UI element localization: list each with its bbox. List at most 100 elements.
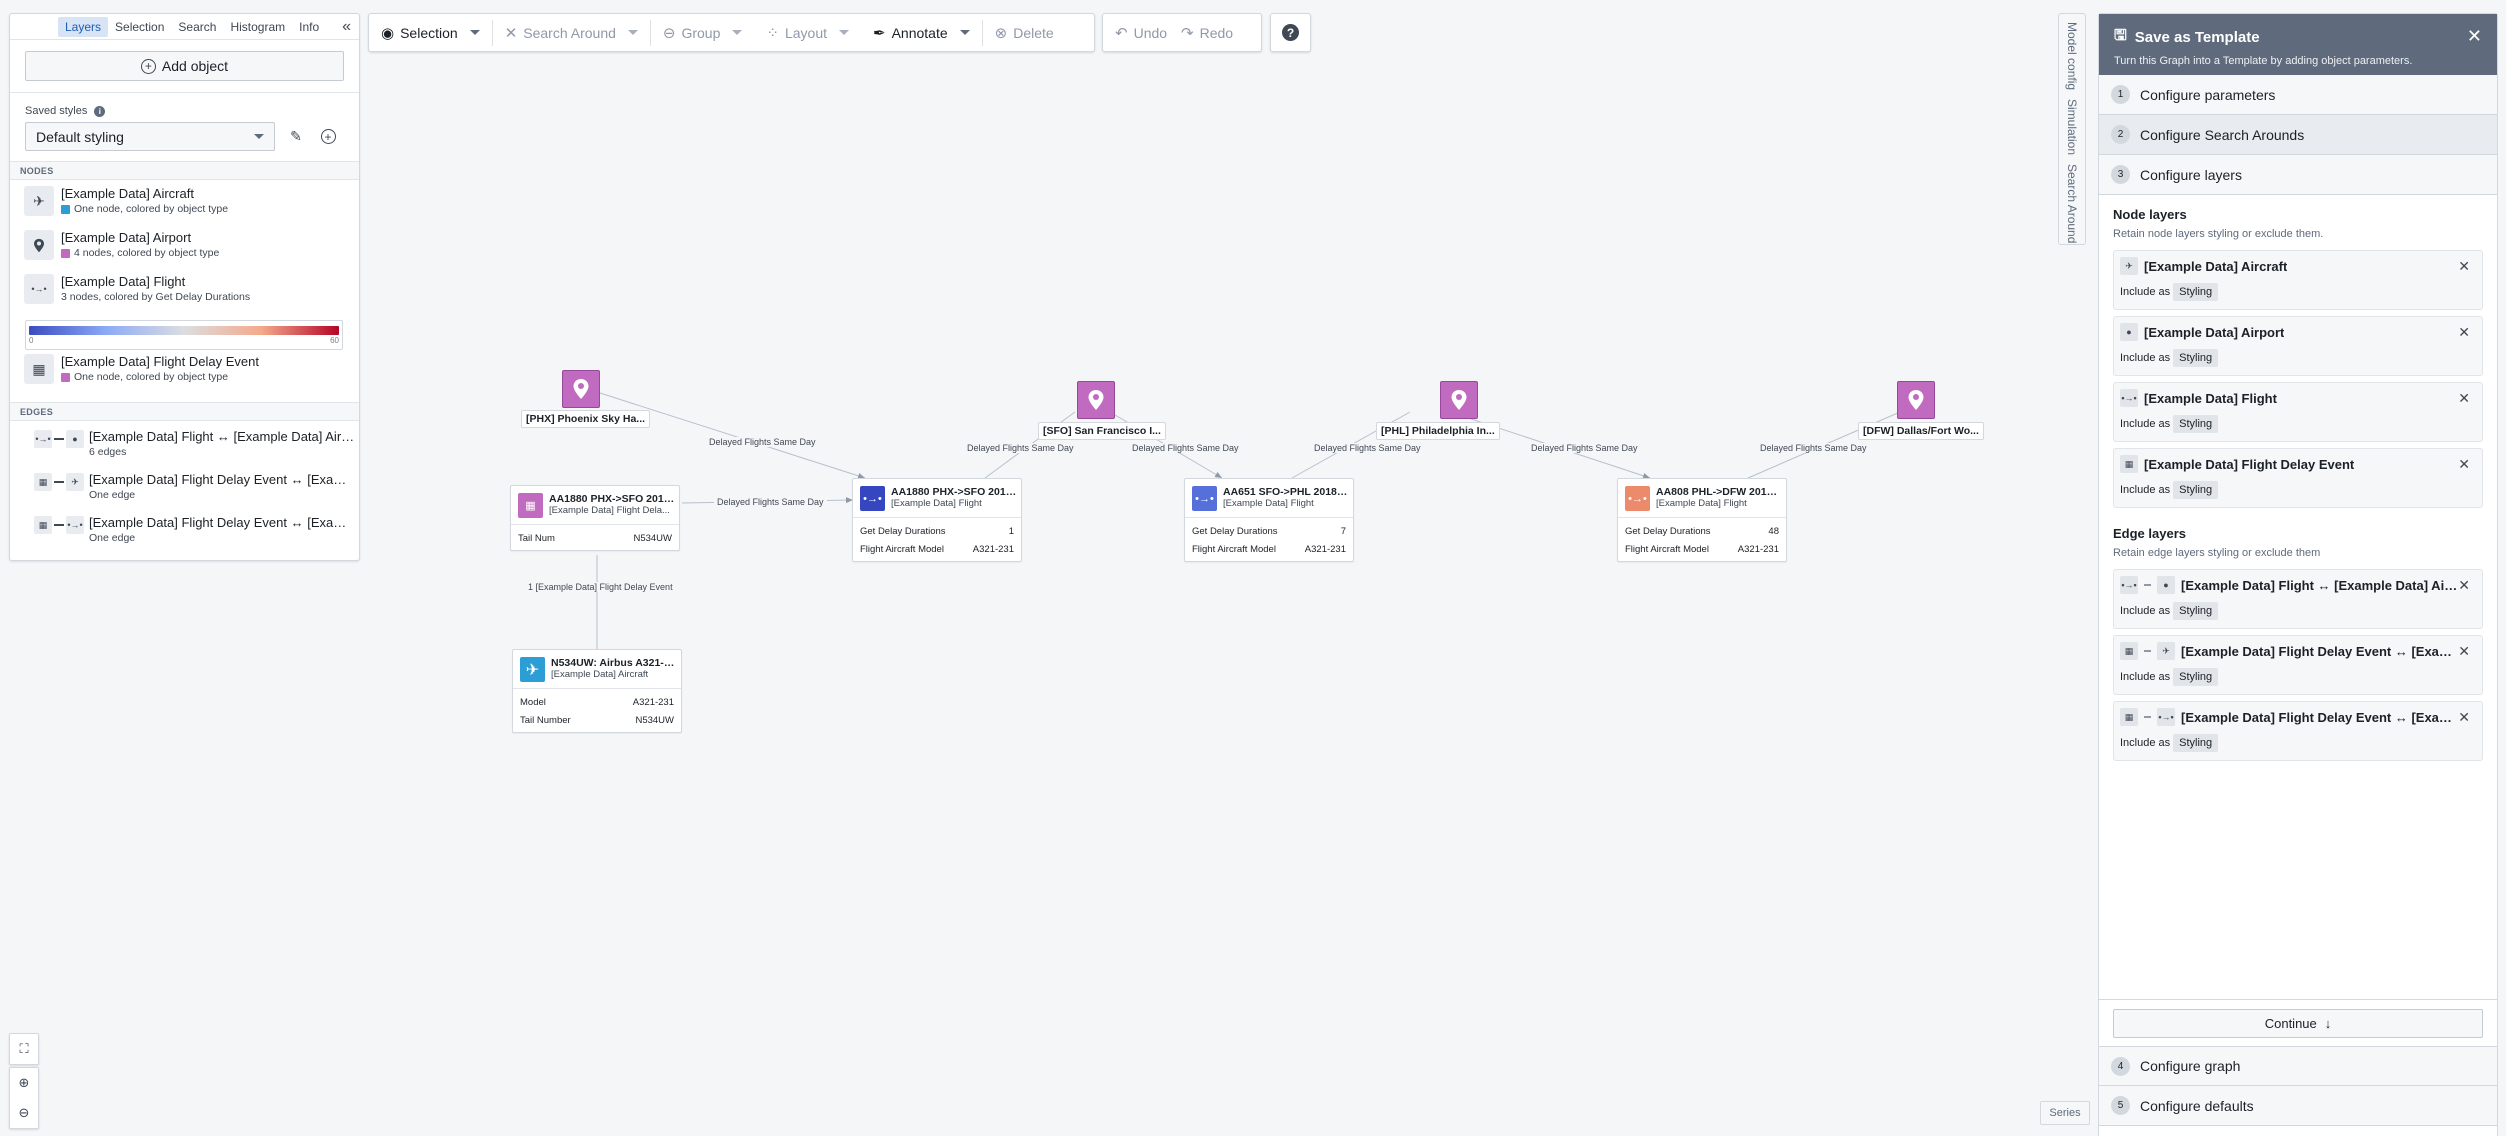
calendar-icon: ▦ bbox=[2120, 708, 2138, 726]
remove-layer-icon[interactable]: ✕ bbox=[2458, 390, 2470, 407]
node-layer-flight-delay-event[interactable]: ▦ [Example Data] Flight Delay Event One … bbox=[24, 354, 359, 398]
airport-node-phl[interactable] bbox=[1440, 381, 1478, 419]
layer-subtitle: One node, colored by object type bbox=[74, 371, 229, 383]
tab-search[interactable]: Search bbox=[171, 17, 223, 37]
include-value-tag[interactable]: Styling bbox=[2173, 602, 2219, 620]
tab-model-config[interactable]: Model config bbox=[2065, 22, 2079, 90]
series-button[interactable]: Series bbox=[2040, 1101, 2090, 1125]
map-pin-icon bbox=[1908, 390, 1924, 410]
layer-title: [Example Data] Flight Delay Event ↔ [Exa… bbox=[2181, 709, 2461, 725]
group-button[interactable]: ⊖ Group bbox=[651, 14, 755, 51]
continue-button[interactable]: Continue ↓ bbox=[2113, 1009, 2483, 1038]
group-icon: ⊖ bbox=[662, 24, 676, 42]
remove-layer-icon[interactable]: ✕ bbox=[2458, 456, 2470, 473]
airport-node-sfo[interactable] bbox=[1077, 381, 1115, 419]
tab-info[interactable]: Info bbox=[292, 17, 326, 37]
include-value-tag[interactable]: Styling bbox=[2173, 349, 2219, 367]
prop-value: N534UW bbox=[635, 714, 674, 726]
remove-layer-icon[interactable]: ✕ bbox=[2458, 258, 2470, 275]
include-value-tag[interactable]: Styling bbox=[2173, 734, 2219, 752]
redo-button[interactable]: ↷ Redo bbox=[1179, 14, 1245, 51]
step-configure-parameters[interactable]: 1 Configure parameters bbox=[2099, 75, 2497, 115]
airport-label-phx[interactable]: [PHX] Phoenix Sky Ha... bbox=[521, 410, 651, 428]
side-tabs: Model config Simulation Search Around bbox=[2058, 13, 2086, 245]
prop-value: 7 bbox=[1340, 525, 1346, 537]
airplane-icon: ✈ bbox=[2157, 642, 2175, 660]
layer-subtitle: One edge bbox=[89, 532, 136, 544]
step-configure-graph[interactable]: 4 Configure graph bbox=[2099, 1046, 2497, 1086]
edge-label: Delayed Flights Same Day bbox=[706, 437, 819, 447]
step-label: Configure layers bbox=[2140, 166, 2242, 183]
target-icon: ◉ bbox=[381, 24, 395, 42]
color-swatch bbox=[61, 248, 70, 258]
airplane-icon: ✈ bbox=[2120, 257, 2138, 275]
airport-node-phx[interactable] bbox=[562, 370, 600, 408]
include-value-tag[interactable]: Styling bbox=[2173, 668, 2219, 686]
node-layer-airport[interactable]: [Example Data] Airport 4 nodes, colored … bbox=[24, 230, 359, 274]
save-template-panel: 🖫 Save as Template Turn this Graph into … bbox=[2098, 13, 2498, 1136]
node-title: AA651 SFO->PHL 2018-0... bbox=[1223, 486, 1349, 498]
airport-label-sfo[interactable]: [SFO] San Francisco I... bbox=[1038, 422, 1166, 440]
gradient-bar bbox=[29, 325, 339, 335]
map-pin-icon bbox=[1451, 390, 1467, 410]
step-number: 4 bbox=[2111, 1056, 2130, 1076]
annotate-button[interactable]: ✒ Annotate bbox=[861, 14, 982, 51]
aircraft-node[interactable]: ✈ N534UW: Airbus A321-231 [Example Data]… bbox=[512, 649, 682, 733]
step-configure-layers[interactable]: 3 Configure layers bbox=[2099, 155, 2497, 195]
saved-styles-select[interactable]: Default styling bbox=[25, 122, 275, 151]
fit-to-screen-icon[interactable]: ⛶ bbox=[10, 1034, 38, 1064]
edge-label: Delayed Flights Same Day bbox=[1129, 443, 1242, 453]
remove-layer-icon[interactable]: ✕ bbox=[2458, 577, 2470, 594]
add-circle-icon: + bbox=[140, 58, 156, 74]
zoom-out-icon[interactable]: ⊖ bbox=[10, 1098, 38, 1128]
tab-layers[interactable]: Layers bbox=[58, 16, 109, 37]
add-object-button[interactable]: + Add object bbox=[25, 51, 344, 81]
airport-label-dfw[interactable]: [DFW] Dallas/Fort Wo... bbox=[1858, 422, 1984, 440]
step-configure-defaults[interactable]: 5 Configure defaults bbox=[2099, 1086, 2497, 1126]
include-value-tag[interactable]: Styling bbox=[2173, 415, 2219, 433]
collapse-panel-icon[interactable]: « bbox=[342, 18, 351, 36]
node-layer-aircraft[interactable]: ✈ [Example Data] Aircraft One node, colo… bbox=[24, 186, 359, 230]
edge-layer-flight-airport[interactable]: •→• ● [Example Data] Flight ↔ [Example Da… bbox=[34, 429, 359, 472]
airport-label-phl[interactable]: [PHL] Philadelphia In... bbox=[1376, 422, 1500, 440]
flight-node-aa1880[interactable]: •→• AA1880 PHX->SFO 2018-... [Example Da… bbox=[852, 478, 1022, 562]
edge-layer-delay-aircraft[interactable]: ▦ ✈ [Example Data] Flight Delay Event ↔ [… bbox=[34, 472, 359, 515]
step-label: Configure graph bbox=[2140, 1058, 2241, 1074]
flight-node-aa808[interactable]: •→• AA808 PHL->DFW 2018-... [Example Dat… bbox=[1617, 478, 1787, 562]
search-around-button[interactable]: ✕ Search Around bbox=[493, 14, 650, 51]
step-configure-search-arounds[interactable]: 2 Configure Search Arounds bbox=[2099, 115, 2497, 155]
gradient-min: 0 bbox=[29, 335, 34, 345]
remove-layer-icon[interactable]: ✕ bbox=[2458, 324, 2470, 341]
zoom-in-icon[interactable]: ⊕ bbox=[10, 1068, 38, 1098]
delay-event-node[interactable]: ▦ AA1880 PHX->SFO 2018-... [Example Data… bbox=[510, 485, 680, 551]
remove-layer-icon[interactable]: ✕ bbox=[2458, 643, 2470, 660]
tab-simulation[interactable]: Simulation bbox=[2065, 99, 2079, 155]
node-layer-flight[interactable]: •→• [Example Data] Flight 3 nodes, color… bbox=[24, 274, 359, 354]
include-value-tag[interactable]: Styling bbox=[2173, 481, 2219, 499]
remove-layer-icon[interactable]: ✕ bbox=[2458, 709, 2470, 726]
flight-node-aa651[interactable]: •→• AA651 SFO->PHL 2018-0... [Example Da… bbox=[1184, 478, 1354, 562]
step-label: Configure parameters bbox=[2140, 86, 2276, 103]
close-icon[interactable]: ✕ bbox=[2467, 26, 2482, 47]
delete-button[interactable]: ⊗ Delete bbox=[983, 14, 1066, 51]
tab-selection[interactable]: Selection bbox=[108, 17, 171, 37]
edge-layer-delay-flight[interactable]: ▦ •→• [Example Data] Flight Delay Event ↔… bbox=[34, 515, 359, 558]
node-property: Flight Aircraft Model A321-231 bbox=[1625, 540, 1779, 558]
selection-button[interactable]: ◉ Selection bbox=[369, 14, 492, 51]
layout-button[interactable]: ⁘ Layout bbox=[754, 14, 861, 51]
node-type: [Example Data] Flight bbox=[1656, 498, 1747, 509]
help-icon[interactable]: ? bbox=[1282, 24, 1299, 41]
info-icon[interactable]: i bbox=[94, 105, 106, 117]
edit-pencil-icon[interactable]: ✎ bbox=[285, 126, 307, 148]
history-toolbar: ↶ Undo ↷ Redo bbox=[1102, 13, 1262, 52]
add-style-button[interactable]: + bbox=[317, 126, 339, 148]
airport-node-dfw[interactable] bbox=[1897, 381, 1935, 419]
group-label: Group bbox=[681, 24, 721, 41]
help-toolbar: ? bbox=[1270, 13, 1311, 52]
step-number: 5 bbox=[2111, 1096, 2130, 1115]
tab-histogram[interactable]: Histogram bbox=[223, 17, 292, 37]
include-value-tag[interactable]: Styling bbox=[2173, 283, 2219, 301]
tab-search-around[interactable]: Search Around bbox=[2065, 164, 2079, 243]
map-pin-icon: ● bbox=[2120, 323, 2138, 341]
undo-button[interactable]: ↶ Undo bbox=[1103, 14, 1179, 51]
